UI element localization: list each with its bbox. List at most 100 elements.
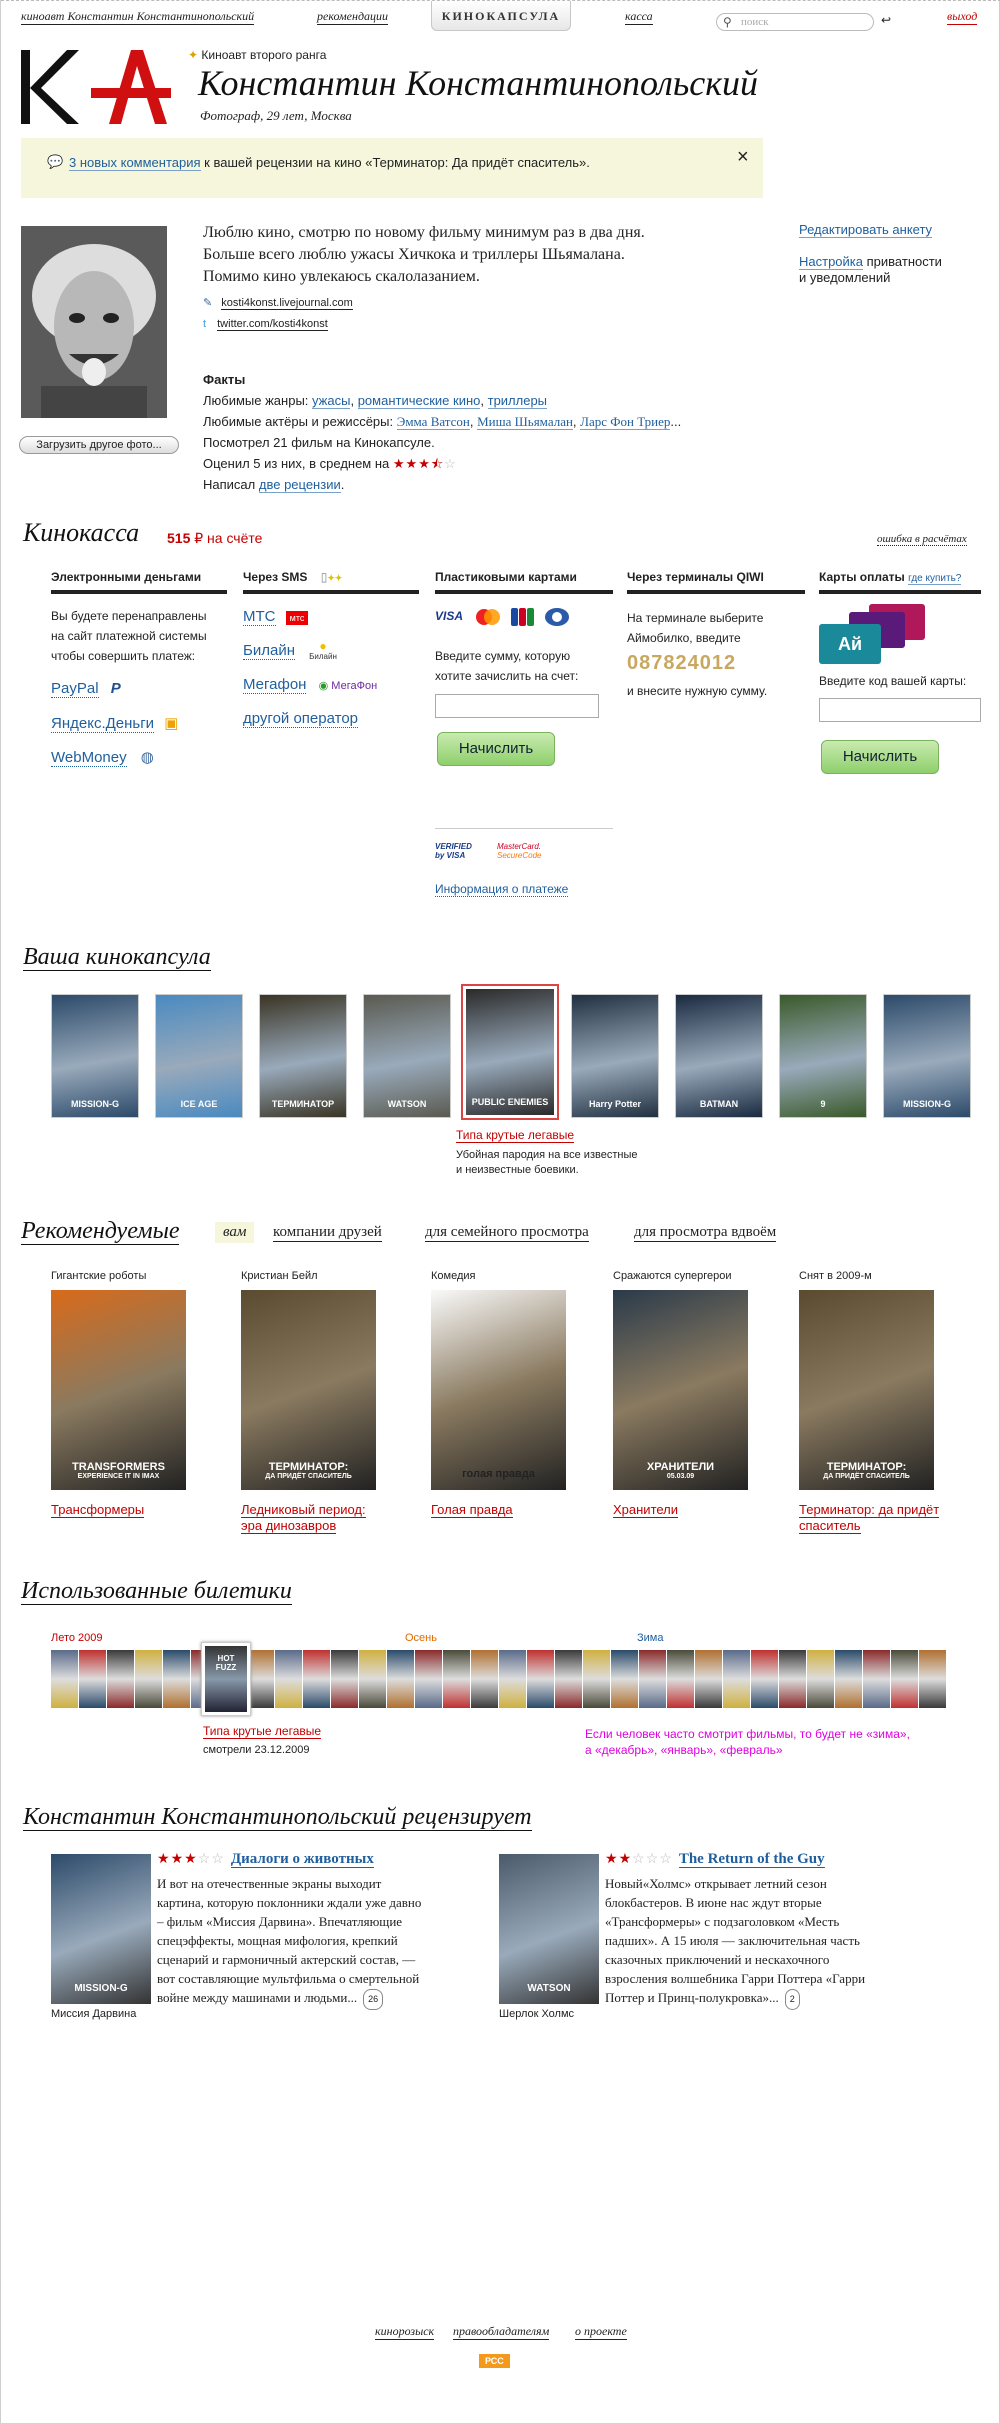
ticket[interactable] [779,1650,806,1708]
other-operator-link[interactable]: другой оператор [243,710,359,728]
rec-title-link[interactable]: Ледниковый период: [241,1502,366,1518]
edit-profile-link[interactable]: Редактировать анкету [799,222,933,238]
mts-row[interactable]: МТС мтс [243,608,309,626]
logout-link[interactable]: выход [947,9,978,25]
ticket[interactable] [79,1650,106,1708]
mts-link[interactable]: МТС [243,608,276,626]
rec-item[interactable]: Снят в 2009-м ТЕРМИНАТОР: ДА ПРИДЁТ СПАСИТ… [799,1270,969,1534]
person-link[interactable]: Ларс Фон Триер [580,414,671,430]
rec-title-link[interactable]: Голая правда [431,1502,513,1518]
yandex-link[interactable]: Яндекс.Деньги [51,715,155,733]
rec-title[interactable]: Хранители [613,1502,783,1518]
paypal-link[interactable]: PayPal [51,680,99,698]
ticket-active-link[interactable]: Типа крутые легавые [203,1724,322,1739]
rec-title[interactable]: Терминатор: да придёт спаситель [799,1502,969,1534]
capsule-poster[interactable]: ICE AGE [155,994,243,1118]
charge-button-cards[interactable]: Начислить [437,732,555,766]
rec-title-link-2[interactable]: эра динозавров [241,1518,337,1534]
ticket[interactable] [107,1650,134,1708]
comments-link[interactable]: 3 новых комментария [69,155,201,171]
beeline-row[interactable]: Билайн ● Билайн [243,640,337,661]
rec-title-link-2[interactable]: спаситель [799,1518,861,1534]
capsule-active-title[interactable]: Типа крутые легавые [456,1128,575,1143]
review-title-link[interactable]: The Return of the Guy [678,1851,825,1868]
rec-item[interactable]: Комедия голая правда Голая правда [431,1270,601,1518]
rec-item[interactable]: Гигантские роботы TRANSFORMERS EXPERIENCE … [51,1270,221,1518]
livejournal-link[interactable]: kosti4konst.livejournal.com [221,297,353,310]
card-code-input[interactable] [819,698,981,722]
rss-button[interactable]: РСС [479,2354,510,2368]
capsule-poster[interactable]: MISSION-G [883,994,971,1118]
edit-profile-label[interactable]: Редактировать анкету [799,222,933,238]
capsule-poster[interactable]: 9 [779,994,867,1118]
payment-info-link[interactable]: Информация о платеже [435,882,569,897]
other-operator-row[interactable]: другой оператор [243,710,359,728]
ticket[interactable] [163,1650,190,1708]
amount-input[interactable] [435,694,599,718]
comments-count[interactable]: 26 [363,1989,384,2010]
recs-tab-family[interactable]: для семейного просмотра [425,1224,589,1242]
logo-tab[interactable]: КИНОКАПСУЛА [431,1,571,31]
capsule-poster[interactable]: ТЕРМИНАТОР [259,994,347,1118]
ticket[interactable] [807,1650,834,1708]
ticket[interactable] [51,1650,78,1708]
ticket[interactable] [611,1650,638,1708]
person-link[interactable]: Миша Шьямалан [477,414,573,430]
rec-title[interactable]: Ледниковый период: эра динозавров [241,1502,411,1534]
error-link[interactable]: ошибка в расчётах [877,533,967,546]
ticket-active[interactable]: HOT FUZZ [201,1642,251,1716]
person-link[interactable]: Эмма Ватсон [396,414,470,430]
twitter-link[interactable]: twitter.com/kosti4konst [217,318,328,331]
rec-item[interactable]: Сражаются супергерои ХРАНИТЕЛИ 05.03.09 Хра… [613,1270,783,1518]
ticket[interactable] [471,1650,498,1708]
ticket[interactable] [527,1650,554,1708]
ticket[interactable] [695,1650,722,1708]
ticket[interactable] [751,1650,778,1708]
rec-title[interactable]: Трансформеры [51,1502,221,1518]
nav-recommendations[interactable]: рекомендации [317,9,389,25]
site-logo[interactable] [21,48,176,126]
capsule-active-link[interactable]: Типа крутые легавые [456,1128,575,1143]
ticket[interactable] [331,1650,358,1708]
rec-title-link[interactable]: Хранители [613,1502,679,1518]
rec-title-link[interactable]: Терминатор: да придёт [799,1502,940,1518]
yandex-row[interactable]: Яндекс.Деньги ▣ [51,714,178,733]
ticket[interactable] [303,1650,330,1708]
reviews-link[interactable]: две рецензии [258,477,341,493]
ticket[interactable] [835,1650,862,1708]
footer-link-about[interactable]: о проекте [575,2324,627,2340]
ticket[interactable] [415,1650,442,1708]
settings-link[interactable]: Настройка [799,254,863,270]
recs-tab-friends[interactable]: компании друзей [273,1224,382,1242]
rec-item[interactable]: Кристиан Бейл ТЕРМИНАТОР: ДА ПРИДЁТ СПАСИТ… [241,1270,411,1534]
ticket-active-title[interactable]: Типа крутые легавые [203,1724,322,1739]
ticket[interactable] [583,1650,610,1708]
capsule-poster[interactable]: PUBLIC ENEMIES [461,984,559,1120]
genre-link[interactable]: триллеры [487,393,548,409]
ticket[interactable] [247,1650,274,1708]
rec-poster[interactable]: ТЕРМИНАТОР: ДА ПРИДЁТ СПАСИТЕЛЬ [799,1290,934,1490]
paypal-row[interactable]: PayPal P [51,680,121,698]
where-to-buy-link[interactable]: где купить? [908,573,962,585]
review-title-link[interactable]: Диалоги о животных [230,1851,374,1868]
webmoney-row[interactable]: WebMoney ◍ [51,748,154,767]
review-poster[interactable]: MISSION-G [51,1854,151,2004]
capsule-poster[interactable]: Harry Potter [571,994,659,1118]
comments-count[interactable]: 2 [784,1989,800,2010]
payment-info-row[interactable]: Информация о платеже [435,882,569,897]
capsule-poster[interactable]: BATMAN [675,994,763,1118]
ticket[interactable] [667,1650,694,1708]
recs-tab-you[interactable]: вам [215,1222,255,1243]
megafon-row[interactable]: Мегафон ◉ МегаФон [243,676,377,694]
review-poster[interactable]: WATSON [499,1854,599,2004]
ticket[interactable] [499,1650,526,1708]
genre-link[interactable]: ужасы [312,393,351,409]
rec-poster[interactable]: TRANSFORMERS EXPERIENCE IT IN IMAX [51,1290,186,1490]
ticket[interactable] [443,1650,470,1708]
upload-photo-button[interactable]: Загрузить другое фото... [19,436,179,454]
ticket[interactable] [863,1650,890,1708]
beeline-link[interactable]: Билайн [243,642,295,661]
ticket[interactable] [891,1650,918,1708]
genre-link[interactable]: романтические кино [357,393,481,409]
rec-poster[interactable]: голая правда [431,1290,566,1490]
